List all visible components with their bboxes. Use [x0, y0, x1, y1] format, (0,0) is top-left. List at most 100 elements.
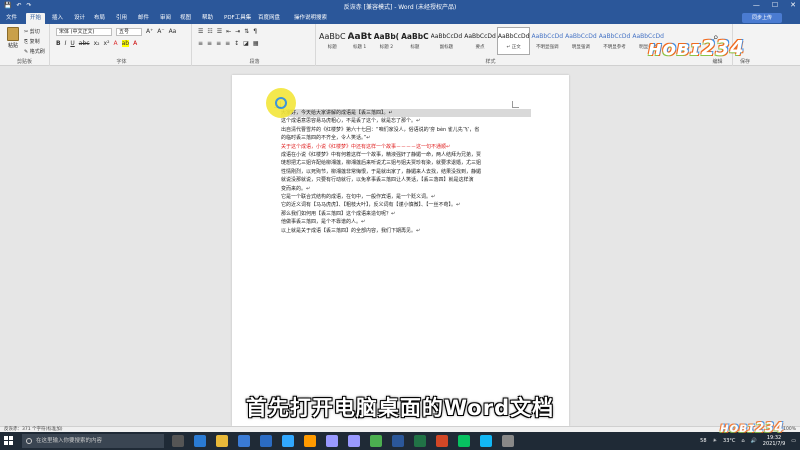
increase-indent-icon[interactable]: ⇥ [235, 28, 240, 35]
align-left-icon[interactable]: ≡ [198, 40, 203, 47]
network-icon[interactable]: ⌂ [741, 438, 744, 444]
system-clock[interactable]: 19:32 2021/7/9 [763, 435, 785, 447]
shading-icon[interactable]: ◪ [243, 40, 249, 47]
tab-references[interactable]: 引用 [112, 13, 131, 24]
tab-review[interactable]: 审阅 [156, 13, 175, 24]
style-item[interactable]: AaBbCcDd 不明显强调 [530, 27, 564, 55]
minimize-button[interactable]: — [753, 1, 760, 9]
cut-button[interactable]: ✂ 剪切 [24, 28, 40, 35]
document-line[interactable]: 就说没那就说，只要有行动就行，以免拿事丢三落四让人笑话，【丢三落四】就是这样演 [281, 176, 531, 184]
document-line[interactable]: 变而来的。↵ [281, 185, 531, 193]
document-line[interactable]: 成语在小说《红楼梦》中有何着这样一个故事，精液强奸了静媚一命，两人结拜为兄弟，贾 [281, 151, 531, 159]
strikethrough-icon[interactable]: abc [79, 40, 90, 47]
format-painter-button[interactable]: ✎ 格式刷 [24, 48, 45, 55]
grow-font-icon[interactable]: A⁺ [146, 28, 153, 35]
document-line[interactable]: 性情刚烈，以死殉节，柳湘莲非常悔恨，于是就出家了，静媚来人去找，结果没找到，静媚 [281, 168, 531, 176]
subscript-icon[interactable]: x₂ [94, 40, 100, 47]
word-icon[interactable] [392, 435, 404, 447]
tab-insert[interactable]: 插入 [48, 13, 67, 24]
notification-icon[interactable]: ▭ [791, 438, 796, 444]
illustrator-icon[interactable] [304, 435, 316, 447]
weather-icon[interactable]: ☀ [713, 438, 717, 444]
close-button[interactable]: ✕ [790, 1, 796, 9]
style-item[interactable]: AaBbC 标题 [400, 27, 429, 55]
font-color-icon[interactable]: A [133, 40, 137, 47]
justify-icon[interactable]: ≡ [225, 40, 230, 47]
style-item[interactable]: AaBbCcDd 副标题 [430, 27, 464, 55]
sync-upload-button[interactable]: 同步上传 [742, 13, 782, 23]
text-effects-icon[interactable]: A [114, 40, 118, 47]
wechat-icon[interactable] [458, 435, 470, 447]
premiere-icon[interactable] [326, 435, 338, 447]
document-line[interactable]: 琏想把尤三姐许配给柳湘莲，柳湘莲后来听说尤三姐与姐夫贾珍有染，就要求退婚，尤三姐 [281, 159, 531, 167]
bold-icon[interactable]: B [56, 40, 61, 47]
style-item[interactable]: AaBt 标题 1 [347, 27, 373, 55]
windows-start-icon[interactable] [4, 436, 14, 446]
line-spacing-icon[interactable]: ↕ [234, 40, 239, 47]
maximize-button[interactable]: ☐ [772, 1, 778, 9]
excel-icon[interactable] [414, 435, 426, 447]
document-body[interactable]: 大家好，今天给大家讲解的成语是【丢三落四】。↵ 这个成语意思容易马虎粗心，不是丢了… [281, 109, 531, 235]
document-page[interactable]: 大家好，今天给大家讲解的成语是【丢三落四】。↵ 这个成语意思容易马虎粗心，不是丢了… [232, 75, 569, 426]
copy-button[interactable]: ⎘ 复制 [24, 38, 40, 45]
photoshop-icon[interactable] [282, 435, 294, 447]
document-line[interactable]: 这个成语意思容易马虎粗心，不是丢了这个，就是忘了那个。↵ [281, 117, 531, 125]
tab-mailings[interactable]: 邮件 [134, 13, 153, 24]
style-item[interactable]: AaBbCcDd 要点 [463, 27, 497, 55]
show-marks-icon[interactable]: ¶ [253, 28, 257, 35]
chrome-icon[interactable] [370, 435, 382, 447]
clear-format-icon[interactable]: Aa [169, 28, 177, 35]
align-center-icon[interactable]: ≡ [207, 40, 212, 47]
powerpoint-icon[interactable] [436, 435, 448, 447]
weather-temp[interactable]: 33°C [723, 438, 735, 444]
decrease-indent-icon[interactable]: ⇤ [226, 28, 231, 35]
style-item[interactable]: AaBbCcDd 明显强调 [564, 27, 598, 55]
style-item[interactable]: AaBbC 标题 [318, 27, 347, 55]
paste-button[interactable]: 粘贴 [4, 27, 22, 55]
borders-icon[interactable]: ▦ [253, 40, 259, 47]
style-item[interactable]: AaBbCcDd ↵ 正文 [496, 27, 531, 55]
tab-help[interactable]: 帮助 [198, 13, 217, 24]
mail-icon[interactable] [260, 435, 272, 447]
document-line[interactable]: 出自清代曹雪芹的《红楼梦》第六十七回：“咱们家没人，俗语说的‘夯 bèn 雀儿先… [281, 126, 531, 134]
document-line[interactable]: 的临时丢三落四的不齐全，令人笑话。”↵ [281, 134, 531, 142]
folder-icon[interactable] [216, 435, 228, 447]
tab-file[interactable]: 文件 [2, 13, 21, 24]
tab-design[interactable]: 设计 [70, 13, 89, 24]
tab-pdf-tools[interactable]: PDF工具集 [220, 13, 255, 24]
shrink-font-icon[interactable]: A⁻ [157, 28, 164, 35]
document-line[interactable]: 那么我们如何用【丢三落四】这个成语来造句呢？↵ [281, 210, 531, 218]
bullets-icon[interactable]: ☰ [198, 28, 203, 35]
underline-icon[interactable]: U [70, 40, 74, 47]
tell-me-search[interactable]: 操作说明搜索 [290, 13, 331, 24]
tab-layout[interactable]: 布局 [90, 13, 109, 24]
after-effects-icon[interactable] [348, 435, 360, 447]
align-right-icon[interactable]: ≡ [216, 40, 221, 47]
tab-home[interactable]: 开始 [26, 13, 46, 24]
store-icon[interactable] [238, 435, 250, 447]
multilevel-list-icon[interactable]: ☰ [217, 28, 222, 35]
document-area[interactable]: 大家好，今天给大家讲解的成语是【丢三落四】。↵ 这个成语意思容易马虎粗心，不是丢了… [0, 67, 800, 426]
sort-icon[interactable]: ⇅ [244, 28, 249, 35]
task-view-icon[interactable] [172, 435, 184, 447]
italic-icon[interactable]: I [65, 40, 67, 47]
tab-view[interactable]: 视图 [176, 13, 195, 24]
volume-icon[interactable]: 🔊 [751, 438, 757, 444]
document-line[interactable]: 它的近义词有【马马虎虎】、【粗枝大叶】，反义词有【谨小慎微】、【一丝不苟】。↵ [281, 201, 531, 209]
tab-baidu-netdisk[interactable]: 百度网盘 [254, 13, 284, 24]
font-size-select[interactable]: 五号 [116, 28, 142, 36]
style-item[interactable]: AaBb(标题 2 [373, 27, 400, 55]
document-line[interactable]: 他做事丢三落四，是个不靠谱的人。↵ [281, 218, 531, 226]
highlight-icon[interactable]: ab [121, 40, 130, 47]
document-line[interactable]: 以上就是关于成语【丢三落四】的全部内容，我们下期再见。↵ [281, 227, 531, 235]
qq-icon[interactable] [480, 435, 492, 447]
document-line[interactable]: 它是一个联合式结构的成语，在句中，一般作宾语，是一个贬义词。↵ [281, 193, 531, 201]
weather-temp-low[interactable]: 58 [700, 438, 706, 444]
style-item[interactable]: AaBbCcDd 不明显参考 [598, 27, 632, 55]
app-icon[interactable] [502, 435, 514, 447]
document-line[interactable]: 关于这个成语，小说《红楼梦》中还有这样一个故事－－－－这一句不通顺↵ [281, 143, 531, 151]
taskbar-search-box[interactable]: 在这里输入你要搜索的内容 [22, 434, 164, 448]
superscript-icon[interactable]: x² [104, 40, 110, 47]
numbering-icon[interactable]: ☷ [207, 28, 212, 35]
document-line[interactable]: 大家好，今天给大家讲解的成语是【丢三落四】。↵ [281, 109, 531, 118]
